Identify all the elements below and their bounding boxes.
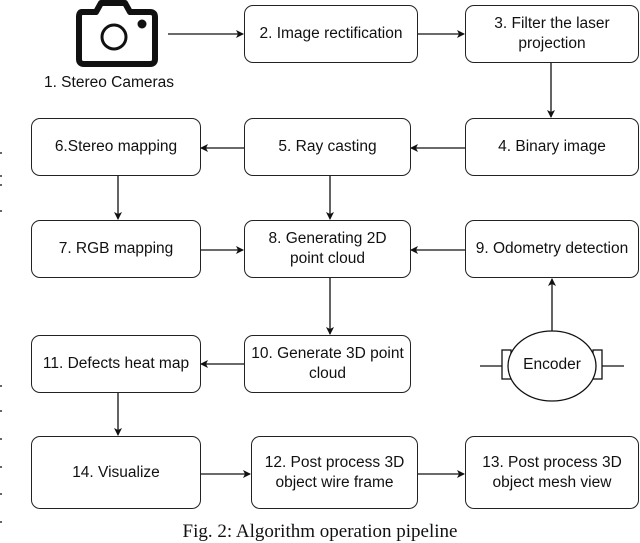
step-9-odometry-detection: 9. Odometry detection: [465, 220, 639, 278]
margin-mark: [0, 152, 2, 154]
margin-mark: [0, 466, 2, 468]
step-5-ray-casting: 5. Ray casting: [244, 118, 411, 176]
step-12-post-process-wire-frame: 12. Post process 3D object wire frame: [251, 436, 418, 509]
margin-mark: [0, 210, 2, 212]
margin-mark: [0, 184, 2, 186]
camera-icon: [76, 0, 158, 67]
step-14-visualize: 14. Visualize: [31, 436, 201, 509]
margin-mark: [0, 385, 2, 387]
margin-mark: [0, 175, 2, 177]
margin-mark: [0, 493, 2, 495]
step-8-generating-2d-point-cloud: 8. Generating 2D point cloud: [244, 220, 411, 278]
step-7-rgb-mapping: 7. RGB mapping: [31, 220, 201, 278]
step-11-defects-heat-map: 11. Defects heat map: [31, 335, 201, 393]
step-4-binary-image: 4. Binary image: [465, 118, 639, 176]
step-1-stereo-cameras-label: 1. Stereo Cameras: [43, 74, 175, 91]
step-2-image-rectification: 2. Image rectification: [244, 5, 418, 63]
step-13-post-process-mesh-view: 13. Post process 3D object mesh view: [465, 436, 639, 509]
step-10-generate-3d-point-cloud: 10. Generate 3D point cloud: [244, 335, 411, 393]
encoder-label: Encoder: [523, 356, 581, 373]
margin-mark: [0, 410, 2, 412]
step-6-stereo-mapping: 6.Stereo mapping: [31, 118, 201, 176]
step-3-filter-laser-projection: 3. Filter the laser projection: [465, 5, 639, 63]
margin-mark: [0, 438, 2, 440]
